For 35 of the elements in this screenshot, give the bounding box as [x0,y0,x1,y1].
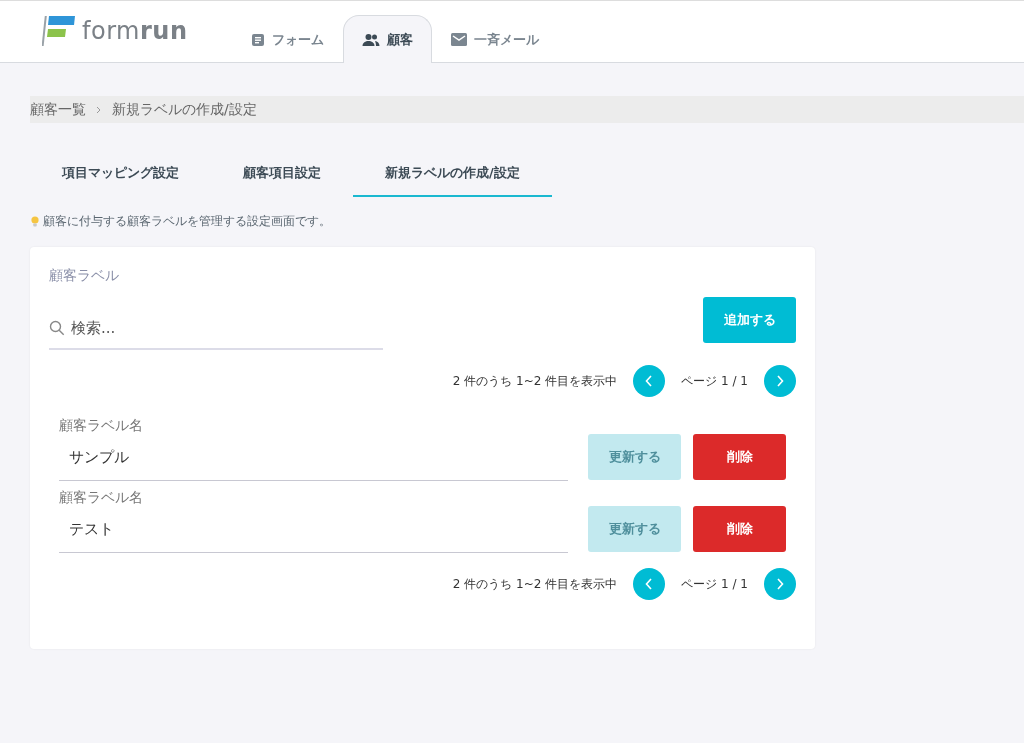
settings-tab[interactable]: 顧客項目設定 [211,150,353,197]
chevron-left-icon [645,578,654,590]
chevron-right-icon [776,578,784,590]
people-icon [362,32,380,47]
delete-button[interactable]: 削除 [693,506,786,552]
next-page-button[interactable] [764,568,796,600]
next-page-button[interactable] [764,365,796,397]
page-indicator: ページ 1 / 1 [681,372,748,390]
settings-tab[interactable]: 新規ラベルの作成/設定 [353,150,552,197]
lightbulb-icon [31,216,39,227]
settings-tab[interactable]: 項目マッピング設定 [30,150,211,197]
flag-logo-icon [42,14,76,48]
chevron-icon [96,105,102,114]
nav-tab[interactable]: 一斉メール [432,15,558,63]
hint-text: 顧客に付与する顧客ラベルを管理する設定画面です。 [43,213,331,230]
previous-page-button[interactable] [633,568,666,600]
search-icon [49,319,65,336]
envelope-icon [451,33,467,46]
logo-wordmark: formrun [82,17,188,45]
nav-tab[interactable]: フォーム [232,15,343,63]
page-indicator: ページ 1 / 1 [681,575,748,593]
previous-page-button[interactable] [633,365,666,397]
search-field[interactable]: 検索... [69,317,383,338]
chevron-right-icon [776,375,784,387]
breadcrumb-link[interactable]: 顧客一覧 [30,100,86,119]
document-icon [251,32,265,47]
nav-tab[interactable]: 顧客 [343,15,432,63]
delete-button[interactable]: 削除 [693,434,786,480]
chevron-left-icon [645,375,654,387]
breadcrumb-current-page: 新規ラベルの作成/設定 [112,100,257,119]
pagination-summary: 2 件のうち 1~2 件目を表示中 [452,372,618,390]
card-title: 顧客ラベル [49,267,120,285]
field-label: 顧客ラベル名 [59,417,144,435]
field-label: 顧客ラベル名 [59,489,144,507]
pagination-summary: 2 件のうち 1~2 件目を表示中 [452,575,618,593]
